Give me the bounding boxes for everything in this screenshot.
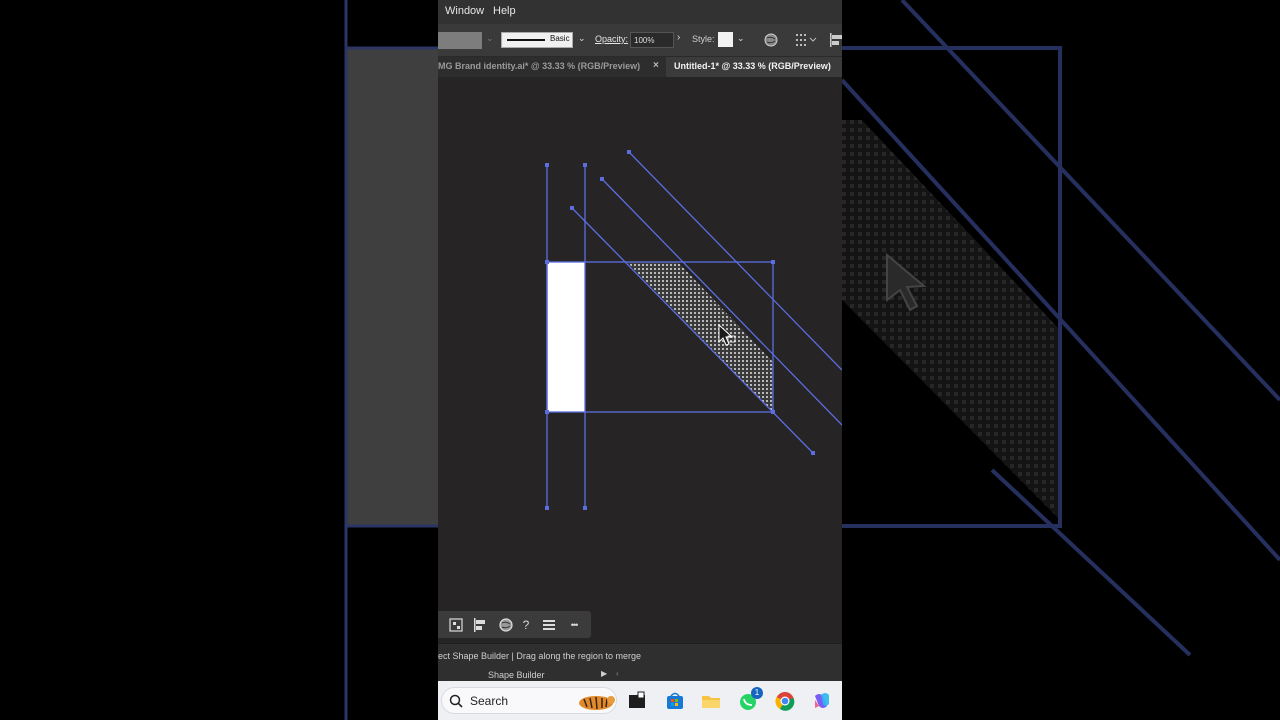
recolor-globe-icon[interactable] bbox=[764, 33, 778, 47]
windows-taskbar: Search 1 bbox=[438, 681, 842, 720]
white-shape[interactable] bbox=[547, 262, 585, 412]
play-icon[interactable]: ▶ bbox=[601, 669, 607, 678]
menu-bar: Window Help bbox=[438, 0, 842, 24]
control-bar: ⌄ Basic ⌄ Opacity: 100% › Style: ⌄ bbox=[438, 24, 842, 57]
left-backdrop bbox=[0, 0, 438, 720]
file-explorer-icon[interactable] bbox=[626, 690, 648, 712]
status-hint: ect Shape Builder | Drag along the regio… bbox=[438, 651, 641, 661]
diagonal-line-2[interactable] bbox=[601, 178, 842, 426]
selection-icon[interactable] bbox=[448, 617, 464, 633]
left-backdrop-art bbox=[344, 0, 438, 720]
stroke-profile-label: Basic bbox=[550, 34, 570, 43]
status-bar: ect Shape Builder | Drag along the regio… bbox=[438, 643, 842, 681]
chevron-down-icon[interactable]: ⌄ bbox=[486, 33, 494, 44]
store-icon[interactable] bbox=[664, 690, 686, 712]
stroke-preview bbox=[507, 39, 545, 41]
chevron-right-icon[interactable]: › bbox=[677, 32, 680, 43]
illustrator-window: Window Help ⌄ Basic ⌄ Opacity: 100% › St… bbox=[438, 0, 842, 720]
right-backdrop bbox=[842, 0, 1280, 720]
contextual-toolbar: ? ••• bbox=[438, 611, 591, 638]
search-icon bbox=[449, 694, 463, 708]
grid-icon[interactable] bbox=[795, 33, 817, 47]
align-icon[interactable] bbox=[829, 32, 842, 48]
stroke-profile-select[interactable]: Basic bbox=[501, 32, 573, 48]
copilot-icon[interactable] bbox=[811, 690, 833, 712]
opacity-input[interactable]: 100% bbox=[630, 32, 674, 48]
fill-swatch[interactable] bbox=[438, 32, 482, 49]
backdrop-hatch bbox=[842, 120, 1060, 520]
close-icon[interactable]: × bbox=[653, 60, 659, 71]
tab-label: MG Brand identity.ai* @ 33.33 % (RGB/Pre… bbox=[438, 61, 641, 71]
chrome-icon[interactable] bbox=[774, 690, 796, 712]
tiger-widget-icon[interactable] bbox=[576, 689, 616, 713]
opacity-label[interactable]: Opacity: bbox=[595, 34, 628, 44]
menu-window[interactable]: Window bbox=[445, 5, 484, 17]
search-placeholder: Search bbox=[470, 694, 509, 708]
globe-icon[interactable] bbox=[498, 617, 514, 633]
diagonal-line-1[interactable] bbox=[571, 207, 814, 454]
style-label: Style: bbox=[692, 34, 715, 44]
tab-brand-identity[interactable]: MG Brand identity.ai* @ 33.33 % (RGB/Pre… bbox=[438, 57, 666, 77]
folder-icon[interactable] bbox=[700, 690, 722, 712]
document-tabs: MG Brand identity.ai* @ 33.33 % (RGB/Pre… bbox=[438, 57, 842, 77]
taskbar-search[interactable]: Search bbox=[441, 687, 617, 714]
menu-help[interactable]: Help bbox=[493, 5, 516, 17]
menu-icon[interactable] bbox=[541, 617, 557, 633]
backdrop-rect bbox=[345, 48, 438, 526]
tab-untitled-1[interactable]: Untitled-1* @ 33.33 % (RGB/Preview) bbox=[666, 57, 842, 77]
chevron-left-icon[interactable]: ‹ bbox=[616, 669, 619, 678]
chevron-down-icon[interactable]: ⌄ bbox=[578, 33, 586, 44]
whatsapp-badge: 1 bbox=[751, 687, 763, 699]
status-tool-name[interactable]: Shape Builder bbox=[488, 670, 545, 680]
backdrop-diagonal bbox=[990, 468, 1192, 657]
tab-label: Untitled-1* @ 33.33 % (RGB/Preview) bbox=[674, 61, 831, 71]
chevron-down-icon[interactable]: ⌄ bbox=[737, 33, 745, 44]
align-icon[interactable] bbox=[472, 617, 488, 633]
right-backdrop-art bbox=[842, 0, 1280, 657]
style-swatch[interactable] bbox=[718, 32, 733, 47]
help-icon[interactable]: ? bbox=[518, 617, 534, 633]
more-icon[interactable]: ••• bbox=[566, 617, 582, 633]
